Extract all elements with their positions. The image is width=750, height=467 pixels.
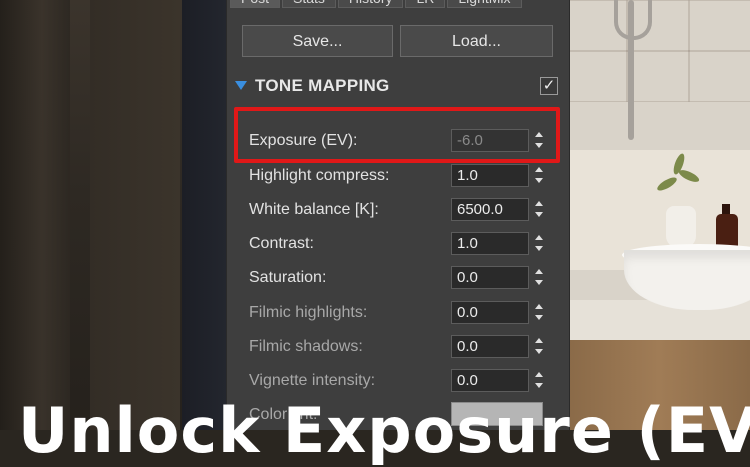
spin-up-icon[interactable] <box>535 304 543 309</box>
tab-post[interactable]: Post <box>230 0 281 8</box>
background-tile <box>688 50 750 102</box>
spin-down-icon[interactable] <box>535 349 543 354</box>
white-balance-row: White balance [K]: 6500.0 <box>227 195 569 225</box>
background-tile <box>568 50 628 102</box>
background-scene-left <box>0 0 226 430</box>
background-wall <box>90 0 180 430</box>
filmic-shadows-row: Filmic shadows: 0.0 <box>227 332 569 362</box>
spin-up-icon[interactable] <box>535 235 543 240</box>
shower-head <box>614 0 652 40</box>
spin-up-icon[interactable] <box>535 269 543 274</box>
contrast-spinner[interactable] <box>533 232 545 255</box>
highlight-compress-label: Highlight compress: <box>249 167 390 184</box>
background-doorway <box>182 0 226 430</box>
filmic-shadows-label: Filmic shadows: <box>249 338 363 355</box>
spin-up-icon[interactable] <box>535 338 543 343</box>
spin-down-icon[interactable] <box>535 315 543 320</box>
filmic-highlights-input[interactable]: 0.0 <box>451 301 529 324</box>
highlight-compress-input[interactable]: 1.0 <box>451 164 529 187</box>
contrast-label: Contrast: <box>249 235 314 252</box>
spin-down-icon[interactable] <box>535 143 543 148</box>
contrast-row: Contrast: 1.0 <box>227 229 569 259</box>
spin-up-icon[interactable] <box>535 132 543 137</box>
exposure-spinner[interactable] <box>533 129 545 152</box>
tone-mapping-section-header[interactable]: TONE MAPPING ✓ <box>227 72 569 100</box>
filmic-highlights-row: Filmic highlights: 0.0 <box>227 298 569 328</box>
filmic-shadows-spinner[interactable] <box>533 335 545 358</box>
background-robe <box>0 0 70 430</box>
tone-mapping-enabled-checkbox[interactable]: ✓ <box>540 77 558 95</box>
background-tile <box>626 50 690 102</box>
saturation-label: Saturation: <box>249 269 327 286</box>
highlight-compress-row: Highlight compress: 1.0 <box>227 161 569 191</box>
contrast-input[interactable]: 1.0 <box>451 232 529 255</box>
saturation-input[interactable]: 0.0 <box>451 266 529 289</box>
filmic-highlights-spinner[interactable] <box>533 301 545 324</box>
spin-down-icon[interactable] <box>535 383 543 388</box>
vignette-intensity-spinner[interactable] <box>533 369 545 392</box>
panel-tabs: Post Stats History LR LightMix <box>227 0 522 8</box>
exposure-input[interactable]: -6.0 <box>451 129 529 152</box>
expand-triangle-icon[interactable] <box>235 81 247 90</box>
white-balance-label: White balance [K]: <box>249 201 379 218</box>
spin-down-icon[interactable] <box>535 280 543 285</box>
vignette-intensity-row: Vignette intensity: 0.0 <box>227 366 569 396</box>
load-button[interactable]: Load... <box>400 25 553 57</box>
spin-up-icon[interactable] <box>535 167 543 172</box>
spin-down-icon[interactable] <box>535 246 543 251</box>
overlay-headline: Unlock Exposure (EV) <box>18 394 750 467</box>
spin-up-icon[interactable] <box>535 372 543 377</box>
tone-mapping-panel: Post Stats History LR LightMix Save... L… <box>226 0 570 430</box>
filmic-shadows-input[interactable]: 0.0 <box>451 335 529 358</box>
tab-stats[interactable]: Stats <box>282 0 336 8</box>
white-balance-spinner[interactable] <box>533 198 545 221</box>
spin-down-icon[interactable] <box>535 178 543 183</box>
exposure-row: Exposure (EV): -6.0 <box>227 126 569 156</box>
background-tile <box>688 0 750 52</box>
tab-lr[interactable]: LR <box>405 0 446 8</box>
spin-down-icon[interactable] <box>535 212 543 217</box>
tab-lightmix[interactable]: LightMix <box>447 0 522 8</box>
vignette-intensity-input[interactable]: 0.0 <box>451 369 529 392</box>
vignette-intensity-label: Vignette intensity: <box>249 372 376 389</box>
vase <box>666 206 696 248</box>
highlight-compress-spinner[interactable] <box>533 164 545 187</box>
background-scene-right <box>568 0 750 430</box>
tab-history[interactable]: History <box>337 0 404 8</box>
saturation-spinner[interactable] <box>533 266 545 289</box>
exposure-label: Exposure (EV): <box>249 132 358 149</box>
spin-up-icon[interactable] <box>535 201 543 206</box>
section-title: TONE MAPPING <box>255 76 390 95</box>
filmic-highlights-label: Filmic highlights: <box>249 304 368 321</box>
save-button[interactable]: Save... <box>242 25 393 57</box>
white-balance-input[interactable]: 6500.0 <box>451 198 529 221</box>
saturation-row: Saturation: 0.0 <box>227 263 569 293</box>
